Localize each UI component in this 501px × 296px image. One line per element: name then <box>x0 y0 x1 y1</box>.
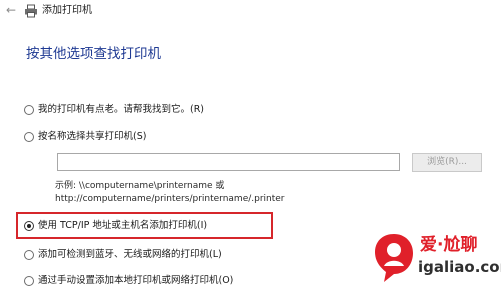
radio-button[interactable] <box>24 132 34 142</box>
browse-button[interactable]: 浏览(R)... <box>412 153 482 172</box>
watermark-title: 爱·尬聊 <box>420 235 478 255</box>
radio-button-selected[interactable] <box>24 221 34 231</box>
example-line-2: http://computername/printers/printername… <box>55 194 285 204</box>
example-text: 示例: \\computername\printername 或 http://… <box>55 180 285 206</box>
back-arrow-icon[interactable]: ← <box>6 3 16 17</box>
shared-printer-name-input[interactable] <box>57 153 400 171</box>
option-label: 按名称选择共享打印机(S) <box>38 131 147 142</box>
option-label: 我的打印机有点老。请帮我找到它。(R) <box>38 104 205 115</box>
option-bluetooth-wireless[interactable]: 添加可检测到蓝牙、无线或网络的打印机(L) <box>24 247 222 263</box>
printer-icon <box>25 4 37 18</box>
watermark: 爱·尬聊 igaliao.com <box>368 228 501 292</box>
example-line-1: 示例: \\computername\printername 或 <box>55 181 225 191</box>
watermark-domain: igaliao.com <box>418 258 501 276</box>
page-heading: 按其他选项查找打印机 <box>26 46 161 62</box>
title-bar: ← 添加打印机 <box>0 0 501 22</box>
option-old-printer[interactable]: 我的打印机有点老。请帮我找到它。(R) <box>24 102 204 118</box>
option-label: 使用 TCP/IP 地址或主机名添加打印机(I) <box>38 220 208 231</box>
option-label: 通过手动设置添加本地打印机或网络打印机(O) <box>38 275 234 286</box>
option-manual-local[interactable]: 通过手动设置添加本地打印机或网络打印机(O) <box>24 273 233 289</box>
option-tcp-ip[interactable]: 使用 TCP/IP 地址或主机名添加打印机(I) <box>24 218 207 234</box>
window-title: 添加打印机 <box>42 5 92 16</box>
radio-button[interactable] <box>24 276 34 286</box>
watermark-logo-icon <box>375 234 413 282</box>
option-shared-printer[interactable]: 按名称选择共享打印机(S) <box>24 129 146 145</box>
radio-button[interactable] <box>24 250 34 260</box>
radio-button[interactable] <box>24 105 34 115</box>
option-label: 添加可检测到蓝牙、无线或网络的打印机(L) <box>38 249 222 260</box>
